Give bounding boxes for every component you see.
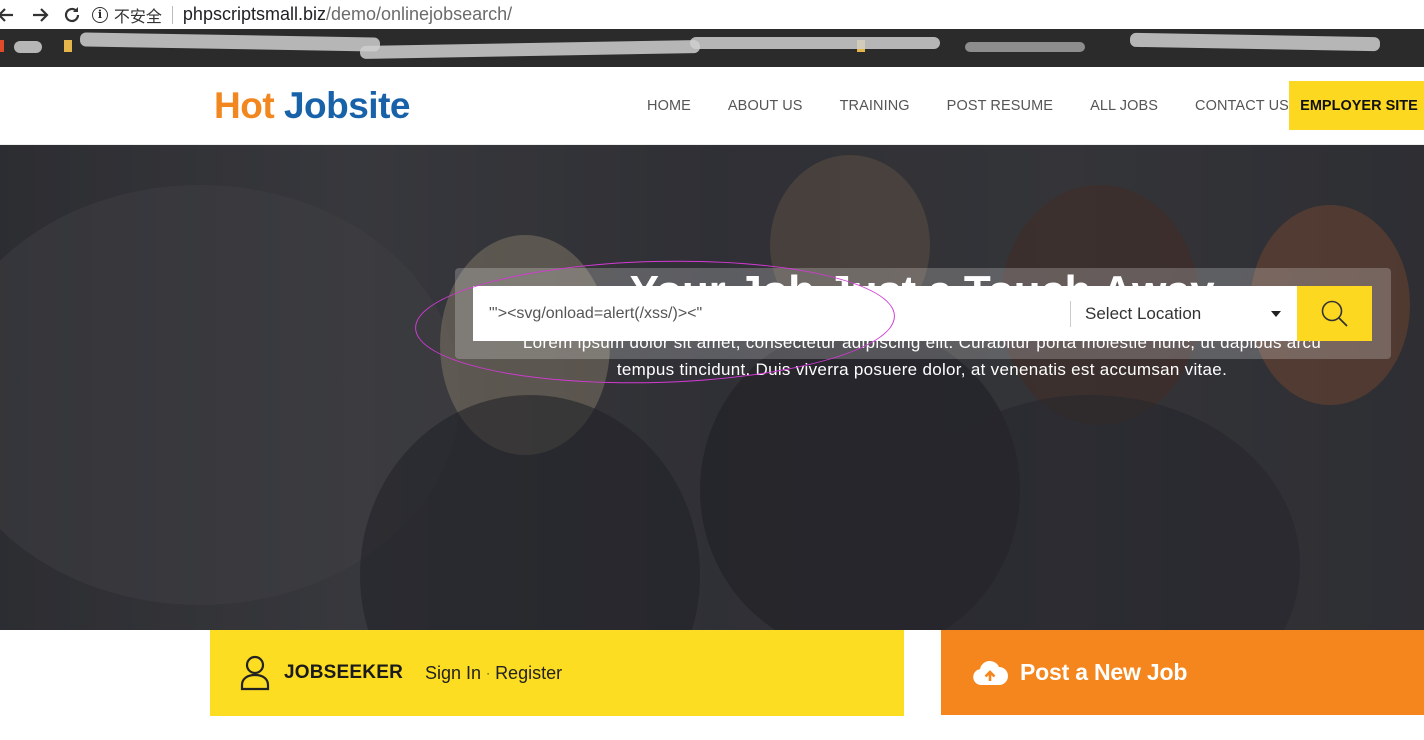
logo-hot-text: Hot xyxy=(214,85,275,126)
address-divider xyxy=(171,5,173,24)
search-button[interactable] xyxy=(1297,286,1372,341)
site-header: Hot Jobsite HOME ABOUT US TRAINING POST … xyxy=(0,67,1424,145)
register-link[interactable]: Register xyxy=(495,663,562,684)
nav-post-resume[interactable]: POST RESUME xyxy=(947,98,1053,114)
redaction-mark xyxy=(965,42,1085,52)
hero-banner: Your Job Just a Touch Away Lorem ipsum d… xyxy=(0,145,1424,630)
redaction-mark xyxy=(1129,32,1381,52)
search-icon xyxy=(1321,300,1348,327)
nav-all-jobs[interactable]: ALL JOBS xyxy=(1090,98,1158,114)
address-bar[interactable]: i 不安全 phpscriptsmall.biz/demo/onlinejobs… xyxy=(91,0,1424,29)
forward-button[interactable] xyxy=(28,3,52,27)
sign-in-link[interactable]: Sign In xyxy=(425,663,481,684)
site-logo[interactable]: Hot Jobsite xyxy=(214,85,410,127)
arrow-left-icon xyxy=(0,7,13,22)
nav-home[interactable]: HOME xyxy=(647,98,691,114)
info-icon[interactable]: i xyxy=(91,6,108,23)
nav-training[interactable]: TRAINING xyxy=(840,98,910,114)
url-host: phpscriptsmall.biz xyxy=(182,4,326,24)
redaction-mark xyxy=(14,41,42,53)
jobseeker-bar: JOBSEEKER Sign In · Register xyxy=(210,630,904,716)
reload-button[interactable] xyxy=(60,3,84,27)
reload-icon xyxy=(64,6,80,22)
select-divider xyxy=(1070,300,1071,327)
browser-toolbar: i 不安全 phpscriptsmall.biz/demo/onlinejobs… xyxy=(0,0,1424,29)
hero-overlay xyxy=(0,145,1424,630)
cloud-upload-icon xyxy=(973,660,1008,685)
folder-icon xyxy=(64,40,72,52)
redaction-mark xyxy=(690,37,940,49)
post-new-job-label: Post a New Job xyxy=(1020,659,1188,685)
location-select[interactable]: Select Location xyxy=(1070,286,1297,341)
nav-contact-us[interactable]: CONTACT US xyxy=(1195,98,1289,114)
link-separator: · xyxy=(486,666,491,680)
post-new-job-button[interactable]: Post a New Job xyxy=(941,630,1424,715)
arrow-right-icon xyxy=(32,7,49,22)
main-nav: HOME ABOUT US TRAINING POST RESUME ALL J… xyxy=(628,67,1326,145)
url-path: /demo/onlinejobsearch/ xyxy=(325,4,513,24)
nav-about-us[interactable]: ABOUT US xyxy=(728,98,803,114)
bookmark-icon xyxy=(0,40,4,52)
location-select-value: Select Location xyxy=(1085,303,1202,323)
jobseeker-title: JOBSEEKER xyxy=(284,662,404,683)
caret-down-icon xyxy=(1271,311,1281,317)
bookmarks-bar-redacted xyxy=(0,29,1424,67)
redaction-mark xyxy=(359,40,701,59)
job-search-input[interactable] xyxy=(473,286,1070,341)
logo-jobsite-text: Jobsite xyxy=(283,85,411,126)
security-label: 不安全 xyxy=(113,6,162,26)
back-button[interactable] xyxy=(0,3,18,27)
user-icon xyxy=(240,655,270,691)
employer-site-button[interactable]: EMPLOYER SITE xyxy=(1289,81,1424,130)
redaction-mark xyxy=(79,32,381,52)
